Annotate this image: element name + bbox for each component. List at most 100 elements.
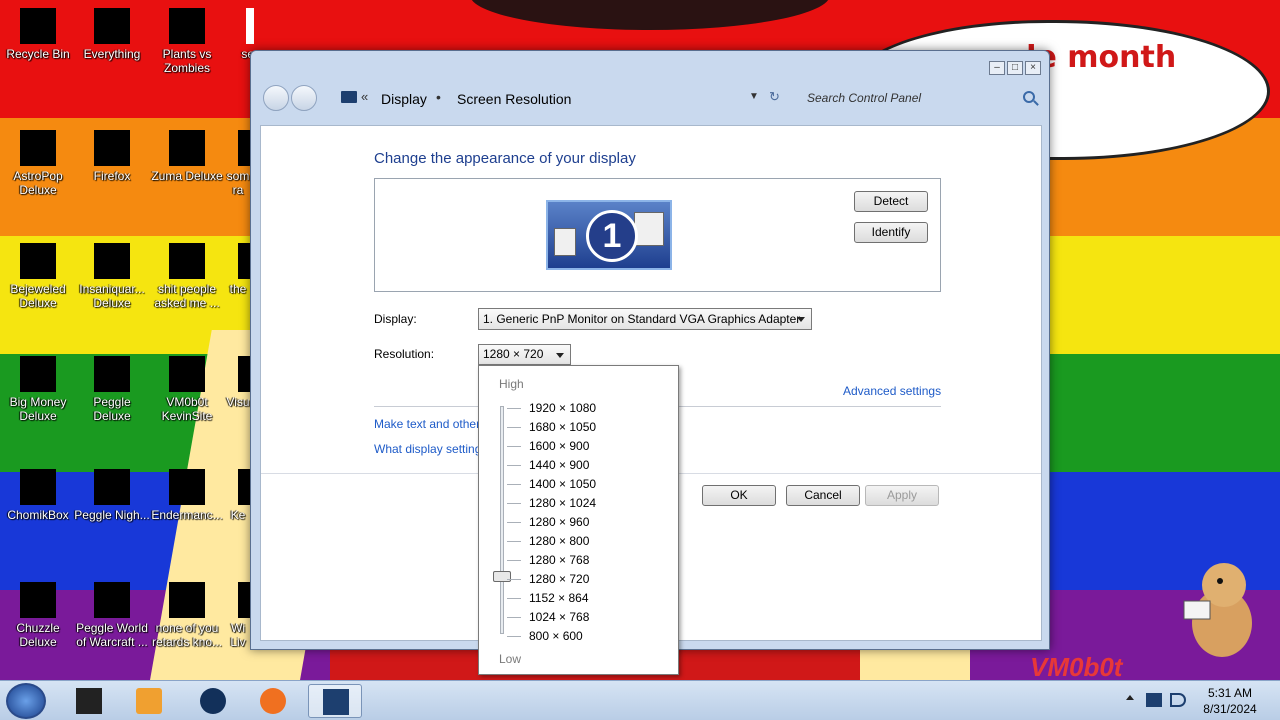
taskbar-media-player[interactable] (122, 684, 176, 718)
chevron-down-icon (556, 353, 564, 358)
start-button[interactable] (6, 683, 46, 719)
breadcrumb-chevron[interactable]: « (361, 89, 368, 104)
file-icon (238, 356, 250, 392)
slider-high-label: High (499, 377, 524, 391)
display-icon (323, 689, 349, 715)
address-dropdown-icon[interactable]: ▼ (749, 91, 759, 102)
text-file-icon (169, 582, 205, 618)
resolution-option[interactable]: 1152 × 864 (507, 589, 596, 608)
resolution-option[interactable]: 1280 × 960 (507, 513, 596, 532)
file-icon (238, 469, 250, 505)
file-icon (238, 243, 250, 279)
address-bar: « Display • Screen Resolution ▼ ↻ Search… (259, 81, 1041, 115)
show-hidden-icons-icon[interactable] (1126, 695, 1134, 700)
control-panel-icon (341, 91, 357, 103)
advanced-settings-link[interactable]: Advanced settings (843, 384, 941, 398)
firefox-icon (94, 130, 130, 166)
refresh-icon[interactable]: ↻ (769, 89, 780, 105)
taskbar-display-settings[interactable] (308, 684, 362, 718)
maximize-button[interactable]: □ (1007, 61, 1023, 75)
page-title: Change the appearance of your display (374, 150, 636, 167)
desktop-icon-partial-4[interactable]: Visu (224, 356, 252, 409)
desktop-icon-insaniquarium[interactable]: Insaniquar... Deluxe (74, 243, 150, 310)
desktop-icon-chuzzle[interactable]: Chuzzle Deluxe (0, 582, 76, 649)
display-settings-help-link[interactable]: What display setting (374, 442, 481, 456)
identify-button[interactable]: Identify (854, 222, 928, 243)
taskbar-app-3[interactable] (186, 684, 240, 718)
taskbar: 5:31 AM 8/31/2024 (0, 680, 1280, 720)
desktop-icon-partial-5[interactable]: Ke (224, 469, 252, 522)
cancel-button[interactable]: Cancel (786, 485, 860, 506)
network-icon[interactable] (1146, 693, 1162, 707)
desktop-icon-text-file[interactable]: shit people asked me ... (149, 243, 225, 310)
zuma-icon (169, 130, 205, 166)
peggle-wow-icon (94, 582, 130, 618)
search-input[interactable]: Search Control Panel (799, 85, 1043, 111)
breadcrumb-screen-resolution[interactable]: Screen Resolution (457, 91, 571, 107)
desktop-icon-partial-2[interactable]: som ra (224, 130, 252, 197)
resolution-option[interactable]: 1440 × 900 (507, 456, 596, 475)
resolution-option[interactable]: 1280 × 768 (507, 551, 596, 570)
resolution-option[interactable]: 1280 × 1024 (507, 494, 596, 513)
desktop-icon-partial-6[interactable]: Wi Liv (224, 582, 252, 649)
resolution-option-selected[interactable]: 1280 × 720 (507, 570, 596, 589)
chevron-down-icon (797, 317, 805, 322)
vm0b0t-icon (169, 356, 205, 392)
desktop-icon-recycle-bin[interactable]: Recycle Bin (0, 8, 76, 61)
desktop-icon-enderman[interactable]: Endermanc... (149, 469, 225, 522)
monitor-preview-area: 1 Detect Identify (374, 178, 941, 292)
desktop-icon-firefox[interactable]: Firefox (74, 130, 150, 183)
window-controls: – □ × (989, 61, 1041, 75)
display-select[interactable]: 1. Generic PnP Monitor on Standard VGA G… (478, 308, 812, 330)
apply-button[interactable]: Apply (865, 485, 939, 506)
resolution-option[interactable]: 1920 × 1080 (507, 399, 596, 418)
breadcrumb-display[interactable]: Display (381, 91, 427, 107)
resolution-option[interactable]: 1400 × 1050 (507, 475, 596, 494)
resolution-option[interactable]: 800 × 600 (507, 627, 596, 646)
desktop-icon-zuma[interactable]: Zuma Deluxe (149, 130, 225, 183)
close-button[interactable]: × (1025, 61, 1041, 75)
desktop-icon-text-file-2[interactable]: none of you retards kno... (149, 582, 225, 649)
bejeweled-icon (20, 243, 56, 279)
monitor-1-preview[interactable]: 1 (546, 200, 672, 270)
plants-vs-zombies-icon (169, 8, 205, 44)
breadcrumb-separator: • (436, 89, 441, 105)
ok-button[interactable]: OK (702, 485, 776, 506)
desktop-icon-astropop[interactable]: AstroPop Deluxe (0, 130, 76, 197)
detect-button[interactable]: Detect (854, 191, 928, 212)
resolution-select-value: 1280 × 720 (483, 347, 544, 361)
firefox-icon (260, 688, 286, 714)
file-icon (238, 130, 250, 166)
forward-button[interactable] (291, 85, 317, 111)
resolution-options: 1920 × 1080 1680 × 1050 1600 × 900 1440 … (507, 399, 596, 646)
resolution-option[interactable]: 1600 × 900 (507, 437, 596, 456)
desktop-icon-partial-3[interactable]: the (224, 243, 252, 296)
desktop-icon-plants-vs-zombies[interactable]: Plants vs Zombies (149, 8, 225, 75)
desktop-icon-peggle-nights[interactable]: Peggle Nigh... (74, 469, 150, 522)
desktop-icon-big-money[interactable]: Big Money Deluxe (0, 356, 76, 423)
taskbar-app-1[interactable] (62, 684, 116, 718)
desktop-icon-chomikbox[interactable]: ChomikBox (0, 469, 76, 522)
clock-date: 8/31/2024 (1203, 702, 1257, 716)
search-icon[interactable] (1023, 91, 1035, 103)
resolution-option[interactable]: 1680 × 1050 (507, 418, 596, 437)
back-button[interactable] (263, 85, 289, 111)
minimize-button[interactable]: – (989, 61, 1005, 75)
clock[interactable]: 5:31 AM 8/31/2024 (1198, 685, 1262, 717)
hamster-icon (1183, 563, 1252, 657)
file-icon (238, 582, 250, 618)
desktop-icon-bejeweled[interactable]: Bejeweled Deluxe (0, 243, 76, 310)
desktop-icon-peggle-wow[interactable]: Peggle World of Warcraft ... (74, 582, 150, 649)
resolution-label: Resolution: (374, 347, 435, 361)
desktop-icon-everything[interactable]: Everything (74, 8, 150, 61)
desktop-icon-peggle[interactable]: Peggle Deluxe (74, 356, 150, 423)
text-size-link[interactable]: Make text and other (374, 417, 480, 431)
taskbar-firefox[interactable] (246, 684, 300, 718)
resolution-select[interactable]: 1280 × 720 (478, 344, 571, 365)
desktop-icon-vm0b0t[interactable]: VM0b0t KevinSite (149, 356, 225, 423)
resolution-option[interactable]: 1280 × 800 (507, 532, 596, 551)
resolution-slider-track[interactable] (500, 406, 504, 634)
resolution-option[interactable]: 1024 × 768 (507, 608, 596, 627)
volume-icon[interactable] (1170, 693, 1186, 707)
recycle-bin-icon (20, 8, 56, 44)
